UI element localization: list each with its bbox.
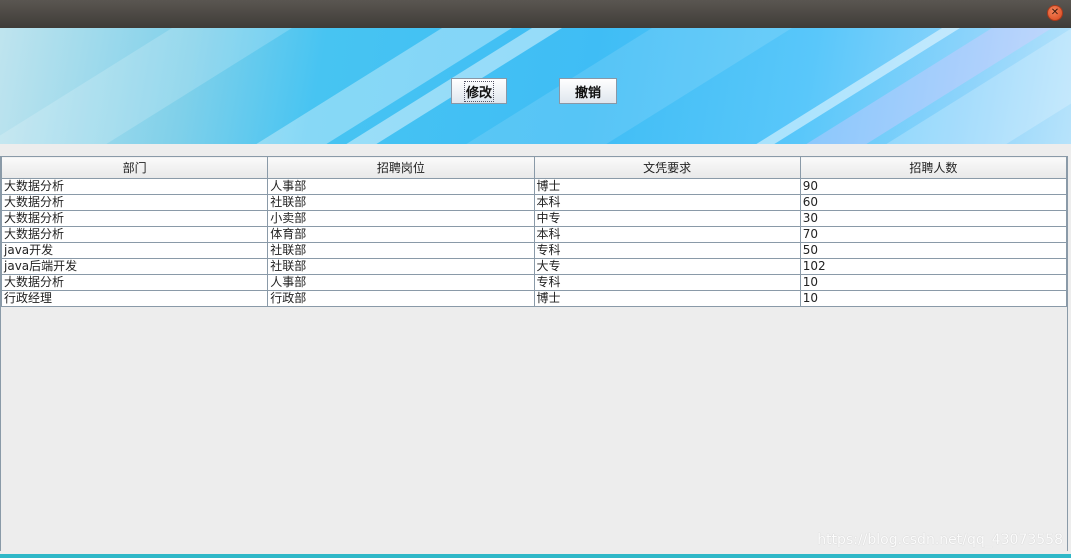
cell-department[interactable]: 大数据分析 [0,226,269,243]
cell-headcount[interactable]: 102 [799,258,1068,275]
cell-position[interactable]: 社联部 [267,242,535,259]
table-header-row: 部门 招聘岗位 文凭要求 招聘人数 [0,156,1068,179]
cell-education[interactable]: 博士 [533,290,801,307]
cell-education[interactable]: 本科 [533,194,801,211]
close-icon[interactable]: ✕ [1047,5,1063,21]
cell-department[interactable]: java后端开发 [0,258,269,275]
cell-education[interactable]: 博士 [533,178,801,195]
column-header-position[interactable]: 招聘岗位 [267,156,535,179]
cell-department[interactable]: 行政经理 [0,290,269,307]
edit-button[interactable]: 修改 [451,78,507,104]
table-row[interactable]: 大数据分析 人事部 专科 10 [0,274,1068,291]
cell-headcount[interactable]: 70 [799,226,1068,243]
cell-position[interactable]: 社联部 [267,258,535,275]
application-window: ✕ 修改 撤销 部门 招聘岗位 文凭要求 招聘人数 大数据分析 人事部 博士 9… [0,0,1071,558]
cell-position[interactable]: 人事部 [267,274,535,291]
cell-headcount[interactable]: 50 [799,242,1068,259]
close-glyph: ✕ [1050,7,1060,18]
cell-education[interactable]: 专科 [533,242,801,259]
table-row[interactable]: 行政经理 行政部 博士 10 [0,290,1068,307]
cell-headcount[interactable]: 30 [799,210,1068,227]
cell-headcount[interactable]: 10 [799,290,1068,307]
table-row[interactable]: 大数据分析 小卖部 中专 30 [0,210,1068,227]
header-banner: 修改 撤销 [0,28,1071,144]
cell-position[interactable]: 社联部 [267,194,535,211]
cell-department[interactable]: java开发 [0,242,269,259]
table-row[interactable]: 大数据分析 体育部 本科 70 [0,226,1068,243]
edit-button-label: 修改 [463,80,495,102]
cell-headcount[interactable]: 60 [799,194,1068,211]
recruitment-table-panel: 部门 招聘岗位 文凭要求 招聘人数 大数据分析 人事部 博士 90 大数据分析 … [0,156,1068,551]
recruitment-table: 部门 招聘岗位 文凭要求 招聘人数 大数据分析 人事部 博士 90 大数据分析 … [0,156,1068,307]
table-row[interactable]: java开发 社联部 专科 50 [0,242,1068,259]
cell-headcount[interactable]: 90 [799,178,1068,195]
cell-position[interactable]: 小卖部 [267,210,535,227]
cell-department[interactable]: 大数据分析 [0,194,269,211]
cell-position[interactable]: 行政部 [267,290,535,307]
cell-education[interactable]: 中专 [533,210,801,227]
cell-education[interactable]: 专科 [533,274,801,291]
cell-position[interactable]: 人事部 [267,178,535,195]
cell-position[interactable]: 体育部 [267,226,535,243]
cell-department[interactable]: 大数据分析 [0,178,269,195]
window-titlebar[interactable]: ✕ [0,0,1071,28]
watermark-text: https://blog.csdn.net/qq_43073558 [817,532,1063,548]
cell-education[interactable]: 本科 [533,226,801,243]
column-header-department[interactable]: 部门 [0,156,269,179]
column-header-headcount[interactable]: 招聘人数 [799,156,1068,179]
table-row[interactable]: java后端开发 社联部 大专 102 [0,258,1068,275]
cell-department[interactable]: 大数据分析 [0,210,269,227]
window-bottom-border [0,554,1071,558]
cell-education[interactable]: 大专 [533,258,801,275]
cell-department[interactable]: 大数据分析 [0,274,269,291]
undo-button[interactable]: 撤销 [559,78,617,104]
cell-headcount[interactable]: 10 [799,274,1068,291]
table-row[interactable]: 大数据分析 人事部 博士 90 [0,178,1068,195]
undo-button-label: 撤销 [574,85,601,101]
column-header-education[interactable]: 文凭要求 [533,156,801,179]
table-row[interactable]: 大数据分析 社联部 本科 60 [0,194,1068,211]
